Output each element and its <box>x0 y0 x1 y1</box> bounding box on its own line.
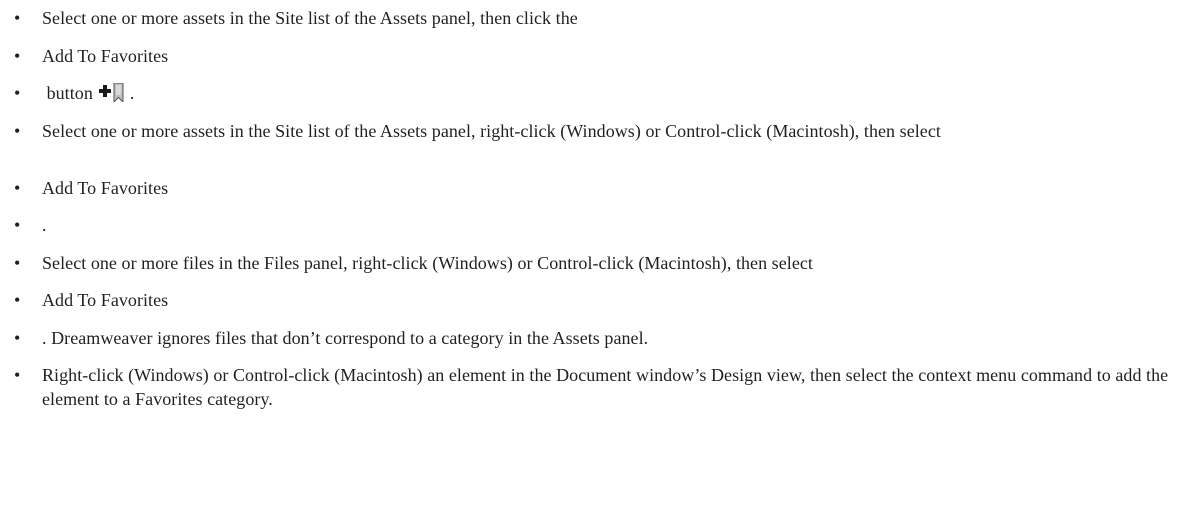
list-item-text: . <box>42 215 47 235</box>
list-item: • Right-click (Windows) or Control-click… <box>0 363 1180 411</box>
list-item: • . <box>0 213 1180 237</box>
list-item-text: Select one or more assets in the Site li… <box>42 8 578 28</box>
bullet-glyph: • <box>14 121 21 141</box>
list-item: • Select one or more assets in the Site … <box>0 6 1180 30</box>
list-item-text: . Dreamweaver ignores files that don’t c… <box>42 328 649 348</box>
add-to-favorites-icon <box>98 82 129 108</box>
list-item-text: Add To Favorites <box>42 290 169 310</box>
bullet-glyph: • <box>14 328 21 348</box>
bullet-glyph: • <box>14 46 21 66</box>
bullet-glyph: • <box>14 290 21 310</box>
list-item: • Add To Favorites <box>0 176 1180 200</box>
list-item-text: Select one or more assets in the Site li… <box>42 121 941 141</box>
document-page: • Select one or more assets in the Site … <box>0 0 1186 511</box>
list-item-text: button. <box>42 81 1180 108</box>
list-item-text: Select one or more files in the Files pa… <box>42 253 813 273</box>
list-item: • . Dreamweaver ignores files that don’t… <box>0 326 1180 350</box>
list-item: • button. <box>0 81 1180 108</box>
list-item-text: Right-click (Windows) or Control-click (… <box>42 365 1169 409</box>
bullet-glyph: • <box>14 365 21 385</box>
list-item: • Select one or more assets in the Site … <box>0 119 1180 143</box>
bullet-glyph: • <box>14 215 21 235</box>
bullet-glyph: • <box>14 8 21 28</box>
list-item-text: Add To Favorites <box>42 178 169 198</box>
button-period: . <box>129 83 135 103</box>
list-item-text: Add To Favorites <box>42 46 169 66</box>
list-item: • Add To Favorites <box>0 44 1180 68</box>
bullet-glyph: • <box>14 83 21 103</box>
button-word: button <box>46 83 93 103</box>
list-item: • Select one or more files in the Files … <box>0 251 1180 275</box>
bullet-glyph: • <box>14 253 21 273</box>
list-item: • Add To Favorites <box>0 288 1180 312</box>
bullet-glyph: • <box>14 178 21 198</box>
